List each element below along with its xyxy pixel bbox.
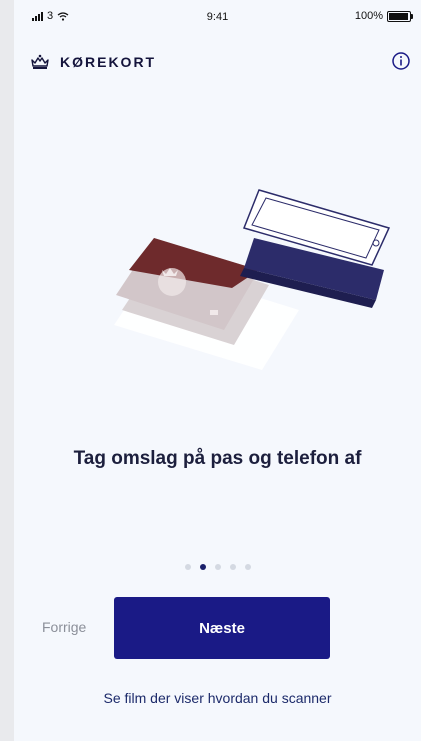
status-bar: 3 9:41 100% bbox=[14, 0, 421, 34]
brand: KØREKORT bbox=[30, 54, 156, 70]
status-right: 100% bbox=[354, 10, 413, 22]
scan-video-link[interactable]: Se film der viser hvordan du scanner bbox=[14, 690, 421, 706]
battery-icon bbox=[387, 10, 413, 22]
page-dot-5 bbox=[244, 564, 251, 570]
app-title: KØREKORT bbox=[60, 54, 157, 70]
page-indicator bbox=[14, 564, 421, 570]
onboarding-title: Tag omslag på pas og telefon af bbox=[73, 448, 362, 469]
page-dot-4 bbox=[229, 564, 236, 570]
app-screen: 3 9:41 100% KØREKORT Tag omslag på pas o… bbox=[14, 0, 421, 741]
app-header: KØREKORT bbox=[14, 48, 421, 78]
page-dot-3 bbox=[214, 564, 221, 570]
battery-percent: 100% bbox=[354, 10, 383, 22]
previous-button[interactable]: Forrige bbox=[42, 619, 86, 635]
info-icon[interactable] bbox=[391, 51, 411, 71]
passport-and-phone-illustration bbox=[114, 189, 391, 370]
page-dot-2-active bbox=[199, 564, 206, 570]
crown-icon bbox=[31, 54, 49, 69]
page-dot-1 bbox=[184, 564, 191, 570]
next-button[interactable]: Næste bbox=[114, 597, 330, 659]
